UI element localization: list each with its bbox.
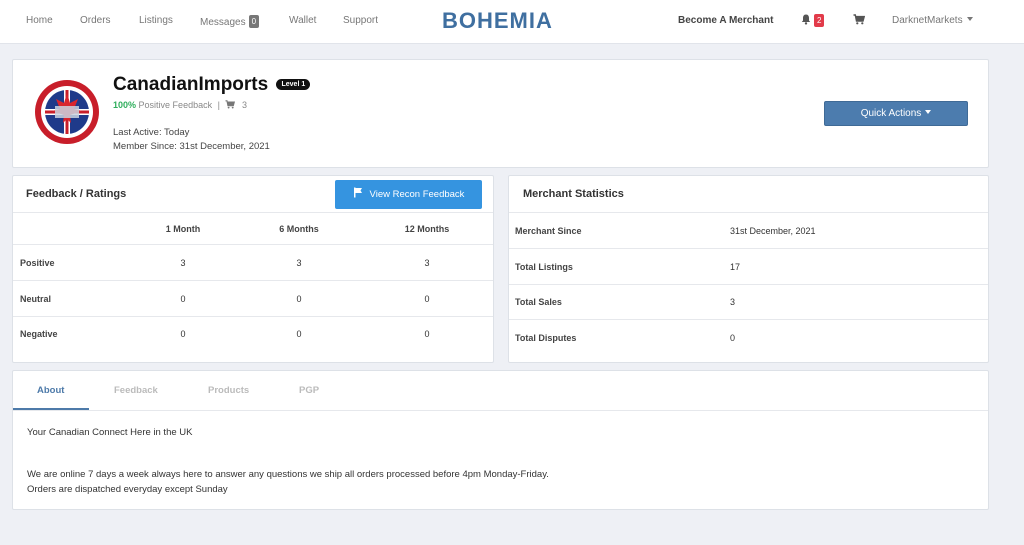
- vendor-name: CanadianImports Level 1: [113, 74, 311, 96]
- column-header-12-months: 12 Months: [404, 224, 450, 234]
- nav-support-link[interactable]: Support: [343, 15, 378, 26]
- negative-6-months: 0: [296, 329, 302, 339]
- about-tagline: Your Canadian Connect Here in the UK: [27, 427, 193, 438]
- divider: [509, 284, 988, 285]
- sales-count: 3: [241, 100, 247, 110]
- positive-12-months: 3: [424, 258, 430, 268]
- about-description: We are online 7 days a week always here …: [27, 469, 549, 480]
- row-label-positive: Positive: [20, 258, 55, 268]
- nav-messages-label: Messages: [200, 17, 246, 28]
- stat-label-total-listings: Total Listings: [515, 262, 573, 272]
- cart-icon: [225, 100, 236, 109]
- notifications-count-badge: 2: [814, 14, 825, 27]
- vendor-tabs-panel: About Feedback Products PGP Your Canadia…: [12, 370, 989, 510]
- feedback-summary: 100% Positive Feedback | 3: [113, 100, 247, 110]
- level-badge: Level 1: [276, 79, 311, 90]
- neutral-1-month: 0: [180, 294, 186, 304]
- stat-value-merchant-since: 31st December, 2021: [730, 226, 816, 236]
- divider: [13, 212, 493, 213]
- merchant-statistics-panel: Merchant Statistics Merchant Since 31st …: [508, 175, 989, 363]
- become-merchant-link[interactable]: Become A Merchant: [678, 15, 773, 26]
- stat-value-total-listings: 17: [730, 262, 741, 272]
- feedback-ratings-panel: Feedback / Ratings View Recon Feedback 1…: [12, 175, 494, 363]
- cart-button[interactable]: [853, 14, 866, 28]
- row-label-neutral: Neutral: [20, 294, 52, 304]
- top-navbar: Home Orders Listings Messages 0 Wallet Su…: [0, 0, 1024, 44]
- view-recon-feedback-button[interactable]: View Recon Feedback: [335, 180, 482, 209]
- nav-wallet-link[interactable]: Wallet: [289, 15, 316, 26]
- separator: |: [217, 100, 220, 110]
- nav-messages-link[interactable]: Messages 0: [200, 15, 260, 28]
- vendor-profile-panel: CanadianImports Level 1 100% Positive Fe…: [12, 59, 989, 168]
- tab-feedback[interactable]: Feedback: [114, 385, 158, 396]
- nav-listings-link[interactable]: Listings: [139, 15, 173, 26]
- divider: [509, 319, 988, 320]
- divider: [13, 410, 988, 411]
- column-header-6-months: 6 Months: [279, 224, 319, 234]
- divider: [13, 316, 493, 317]
- vendor-name-text: CanadianImports: [113, 74, 269, 95]
- neutral-6-months: 0: [296, 294, 302, 304]
- nav-home-link[interactable]: Home: [26, 15, 53, 26]
- bell-icon: [801, 14, 811, 25]
- about-dispatch-note: Orders are dispatched everyday except Su…: [27, 484, 228, 495]
- cart-icon: [853, 14, 866, 25]
- feedback-label: Positive Feedback: [138, 100, 213, 110]
- divider: [509, 212, 988, 213]
- negative-1-month: 0: [180, 329, 186, 339]
- chevron-down-icon: [966, 17, 973, 21]
- feedback-percentage: 100%: [113, 100, 137, 110]
- row-label-negative: Negative: [20, 329, 58, 339]
- vendor-logo-image: [35, 80, 99, 144]
- tab-about[interactable]: About: [37, 385, 64, 396]
- column-header-1-month: 1 Month: [165, 224, 201, 234]
- stat-label-total-disputes: Total Disputes: [515, 333, 577, 343]
- member-since: Member Since: 31st December, 2021: [113, 141, 270, 152]
- stats-panel-title: Merchant Statistics: [523, 188, 624, 200]
- stat-label-total-sales: Total Sales: [515, 297, 562, 307]
- nav-orders-link[interactable]: Orders: [80, 15, 111, 26]
- last-active: Last Active: Today: [113, 127, 190, 138]
- notifications-button[interactable]: 2: [801, 14, 825, 27]
- quick-actions-button[interactable]: Quick Actions: [824, 101, 968, 126]
- divider: [13, 280, 493, 281]
- stat-value-total-disputes: 0: [730, 333, 736, 343]
- divider: [509, 248, 988, 249]
- flag-icon: [353, 187, 362, 198]
- user-menu-label: DarknetMarkets: [892, 15, 963, 26]
- user-menu[interactable]: DarknetMarkets: [892, 15, 973, 26]
- quick-actions-label: Quick Actions: [860, 108, 922, 119]
- tab-products[interactable]: Products: [208, 385, 249, 396]
- positive-1-month: 3: [180, 258, 186, 268]
- chevron-down-icon: [925, 110, 932, 114]
- messages-count-badge: 0: [248, 15, 260, 28]
- neutral-12-months: 0: [424, 294, 430, 304]
- vendor-avatar: [34, 79, 100, 145]
- tab-pgp[interactable]: PGP: [299, 385, 319, 396]
- bohemia-logo[interactable]: BOHEMIA: [442, 8, 553, 34]
- negative-12-months: 0: [424, 329, 430, 339]
- recon-button-label: View Recon Feedback: [369, 189, 465, 200]
- stat-value-total-sales: 3: [730, 297, 736, 307]
- positive-6-months: 3: [296, 258, 302, 268]
- divider: [13, 244, 493, 245]
- feedback-panel-title: Feedback / Ratings: [26, 188, 127, 200]
- stat-label-merchant-since: Merchant Since: [515, 226, 582, 236]
